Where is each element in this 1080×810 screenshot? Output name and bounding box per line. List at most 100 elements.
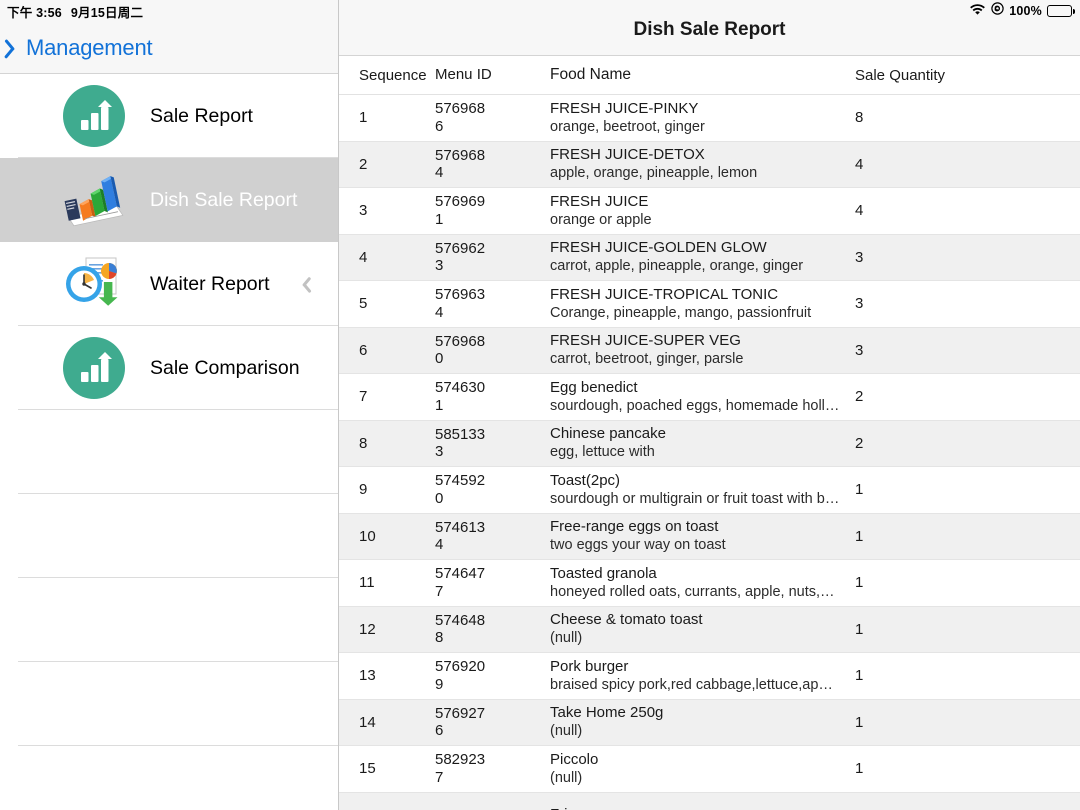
food-name-description: (null) <box>550 723 583 740</box>
cell-menu-id-line2: 9 <box>435 675 444 693</box>
sidebar-empty-row <box>0 410 338 494</box>
cell-menu-id-line2: 7 <box>435 582 444 600</box>
table-row[interactable]: 14 576927 6 Take Home 250g (null) 1 <box>339 699 1080 746</box>
cell-sale-quantity: 2 <box>855 388 864 406</box>
cell-sale-quantity: 2 <box>855 434 864 452</box>
sidebar-item-waiter-report[interactable]: Waiter Report <box>0 242 338 326</box>
bar-chart-circle-icon <box>62 336 126 400</box>
column-header-sequence: Sequence <box>359 66 427 84</box>
sidebar-item-dish-sale-report-label: Dish Sale Report <box>150 188 298 211</box>
cell-menu-id-line1: 576927 <box>435 704 486 722</box>
cell-sequence: 2 <box>359 155 368 173</box>
table-row[interactable]: 3 576969 1 FRESH JUICE orange or apple 4 <box>339 188 1080 235</box>
table-row[interactable]: 15 582923 7 Piccolo (null) 1 <box>339 746 1080 793</box>
cell-menu-id: 576969 1 <box>435 193 550 228</box>
food-name-description: (null) <box>550 769 583 786</box>
cell-menu-id-line1: 582923 <box>435 751 486 769</box>
food-name-description: sourdough, poached eggs, homemade holl… <box>550 397 840 414</box>
clock-report-icon <box>62 252 126 316</box>
food-name-title: Toasted granola <box>550 564 657 582</box>
cell-sale-quantity: 4 <box>855 202 864 220</box>
cell-menu-id-line2: 8 <box>435 629 444 647</box>
food-name-description: (null) <box>550 630 583 647</box>
table-row[interactable]: 10 574613 4 Free-range eggs on toast two egg… <box>339 513 1080 560</box>
cell-food-name: Fries <box>550 806 855 810</box>
table-row[interactable]: 6 576968 0 FRESH JUICE-SUPER VEG carrot, bee… <box>339 327 1080 374</box>
food-name-description: carrot, beetroot, ginger, parsle <box>550 351 744 368</box>
sidebar-item-sale-report-label: Sale Report <box>150 104 253 127</box>
cell-sale-quantity: 1 <box>855 620 864 638</box>
cell-menu-id-line1: 574630 <box>435 379 486 397</box>
app-screen: 下午 3:56 9月15日周二 Management Sale Report D… <box>0 0 1080 810</box>
back-button[interactable]: Management <box>8 35 153 61</box>
cell-sale-quantity: 1 <box>855 760 864 778</box>
cell-food-name: Toasted granola honeyed rolled oats, curr… <box>550 565 855 601</box>
cell-sale-quantity: 3 <box>855 341 864 359</box>
dish-sale-table: Sequence Menu ID Food Name Sale Quantity… <box>339 56 1080 810</box>
cell-menu-id-line1: 683761 <box>435 807 550 810</box>
sidebar-item-sale-report[interactable]: Sequence Sale Report <box>0 74 338 158</box>
food-name-title: FRESH JUICE-SUPER VEG <box>550 332 741 350</box>
cell-sequence: 9 <box>359 481 368 499</box>
cell-menu-id-line1: 576962 <box>435 239 486 257</box>
sidebar-empty-row <box>0 578 338 662</box>
table-row[interactable]: 683761Fries <box>339 792 1080 810</box>
food-name-description: two eggs your way on toast <box>550 537 726 554</box>
table-row[interactable]: 5 576963 4 FRESH JUICE-TROPICAL TONIC Corang… <box>339 281 1080 328</box>
status-time: 下午 3:56 <box>7 5 62 20</box>
cell-sequence: 11 <box>359 574 375 592</box>
table-row[interactable]: 12 574648 8 Cheese & tomato toast (null) 1 <box>339 606 1080 653</box>
cell-menu-id-line2: 4 <box>435 536 444 554</box>
food-name-description: honeyed rolled oats, currants, apple, nu… <box>550 583 835 600</box>
cell-food-name: FRESH JUICE-SUPER VEG carrot, beetroot, g… <box>550 332 855 368</box>
table-row[interactable]: 13 576920 9 Pork burger braised spicy pork,r… <box>339 653 1080 700</box>
table-row[interactable]: 7 574630 1 Egg benedict sourdough, poached e… <box>339 374 1080 421</box>
cell-menu-id-line1: 576969 <box>435 193 486 211</box>
cell-menu-id-line1: 574613 <box>435 518 486 536</box>
food-name-title: Piccolo <box>550 750 599 768</box>
food-name-title: FRESH JUICE-GOLDEN GLOW <box>550 239 767 257</box>
cell-sequence: 3 <box>359 202 368 220</box>
table-row[interactable]: 4 576962 3 FRESH JUICE-GOLDEN GLOW carrot, a… <box>339 234 1080 281</box>
cell-menu-id-line1: 576963 <box>435 286 486 304</box>
food-name-description: egg, lettuce with <box>550 444 655 461</box>
cell-menu-id-line2: 0 <box>435 489 444 507</box>
sidebar-item-dish-sale-report[interactable]: Dish Sale Report <box>0 158 338 242</box>
cell-menu-id: 683761 <box>435 807 550 810</box>
food-name-description: carrot, apple, pineapple, orange, ginger <box>550 258 804 275</box>
sidebar-menu-list: Sequence Sale Report <box>0 74 338 746</box>
table-header-row: Sequence Menu ID Food Name Sale Quantity <box>339 56 1080 95</box>
cell-menu-id: 582923 7 <box>435 751 550 786</box>
cell-menu-id-line2: 6 <box>435 722 444 740</box>
column-header-food-name: Food Name <box>550 66 631 83</box>
cell-menu-id-line2: 3 <box>435 443 444 461</box>
cell-menu-id-line1: 585133 <box>435 425 486 443</box>
table-row[interactable]: 9 574592 0 Toast(2pc) sourdough or multigrai… <box>339 467 1080 514</box>
cell-sequence: 1 <box>359 109 368 127</box>
bar-chart-circle-icon <box>62 84 126 148</box>
food-name-description: orange or apple <box>550 211 652 228</box>
cell-sequence: 14 <box>359 713 376 731</box>
sidebar-item-sale-comparison-label: Sale Comparison <box>150 356 300 379</box>
cell-sequence: 13 <box>359 667 376 685</box>
table-row[interactable]: 8 585133 3 Chinese pancake egg, lettuce with… <box>339 420 1080 467</box>
sidebar-item-sale-comparison[interactable]: Sale Comparison <box>0 326 338 410</box>
cell-menu-id-line2: 1 <box>435 210 444 228</box>
cell-menu-id-line2: 3 <box>435 257 444 275</box>
food-name-title: FRESH JUICE-TROPICAL TONIC <box>550 285 779 303</box>
cell-sequence: 6 <box>359 341 368 359</box>
cell-menu-id-line1: 574647 <box>435 565 486 583</box>
cell-menu-id: 576963 4 <box>435 286 550 321</box>
cell-menu-id-line1: 576968 <box>435 100 486 118</box>
cell-menu-id-line2: 6 <box>435 117 444 135</box>
cell-menu-id: 574592 0 <box>435 472 550 507</box>
table-row[interactable]: 2 576968 4 FRESH JUICE-DETOX apple, orange, … <box>339 141 1080 188</box>
table-row[interactable]: 1 576968 6 FRESH JUICE-PINKY orange, beetroo… <box>339 95 1080 142</box>
food-name-description: braised spicy pork,red cabbage,lettuce,a… <box>550 676 833 693</box>
sidebar-item-waiter-report-label: Waiter Report <box>150 272 270 295</box>
food-name-description: apple, orange, pineapple, lemon <box>550 165 758 182</box>
cell-menu-id: 576968 6 <box>435 100 550 135</box>
food-name-description: orange, beetroot, ginger <box>550 118 705 135</box>
table-row[interactable]: 11 574647 7 Toasted granola honeyed rolled o… <box>339 560 1080 607</box>
food-name-title: FRESH JUICE-DETOX <box>550 146 705 164</box>
